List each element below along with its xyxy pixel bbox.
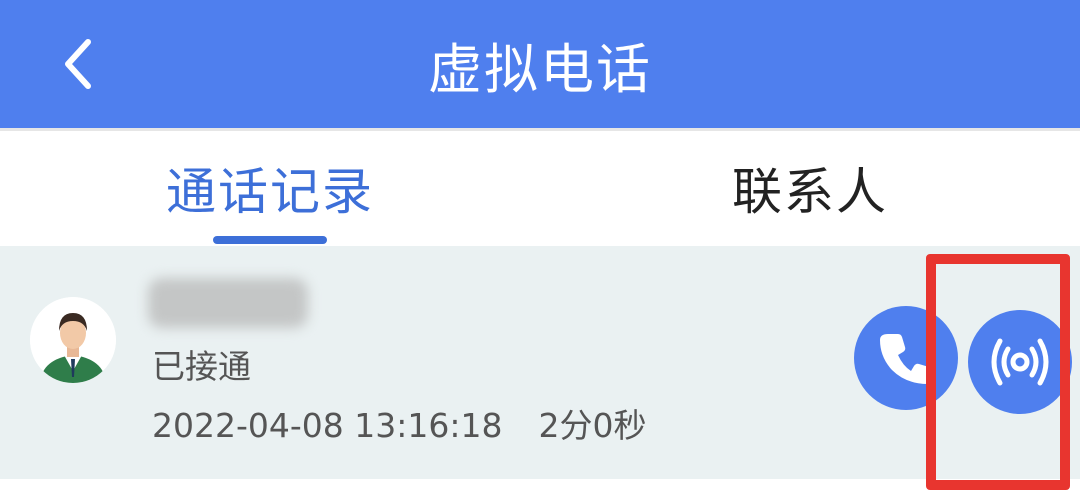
call-datetime: 2022-04-08 13:16:18 (152, 406, 503, 445)
call-duration: 2分0秒 (538, 406, 647, 445)
call-status: 已接通 (152, 347, 251, 386)
avatar (30, 297, 116, 383)
tab-contacts[interactable]: 联系人 (660, 131, 960, 245)
highlight-annotation (926, 254, 1070, 490)
app-header: 虚拟电话 (0, 0, 1080, 128)
tab-call-records[interactable]: 通话记录 (120, 131, 420, 245)
call-time-row: 2022-04-08 13:16:18 2分0秒 (152, 404, 646, 448)
caller-name-redacted (148, 278, 308, 328)
page-title: 虚拟电话 (428, 37, 652, 101)
active-tab-indicator (213, 236, 327, 244)
chevron-left-icon (65, 39, 91, 89)
back-button[interactable] (50, 34, 106, 94)
tab-bar: 通话记录 联系人 (0, 131, 1080, 245)
male-avatar-icon (30, 297, 116, 383)
